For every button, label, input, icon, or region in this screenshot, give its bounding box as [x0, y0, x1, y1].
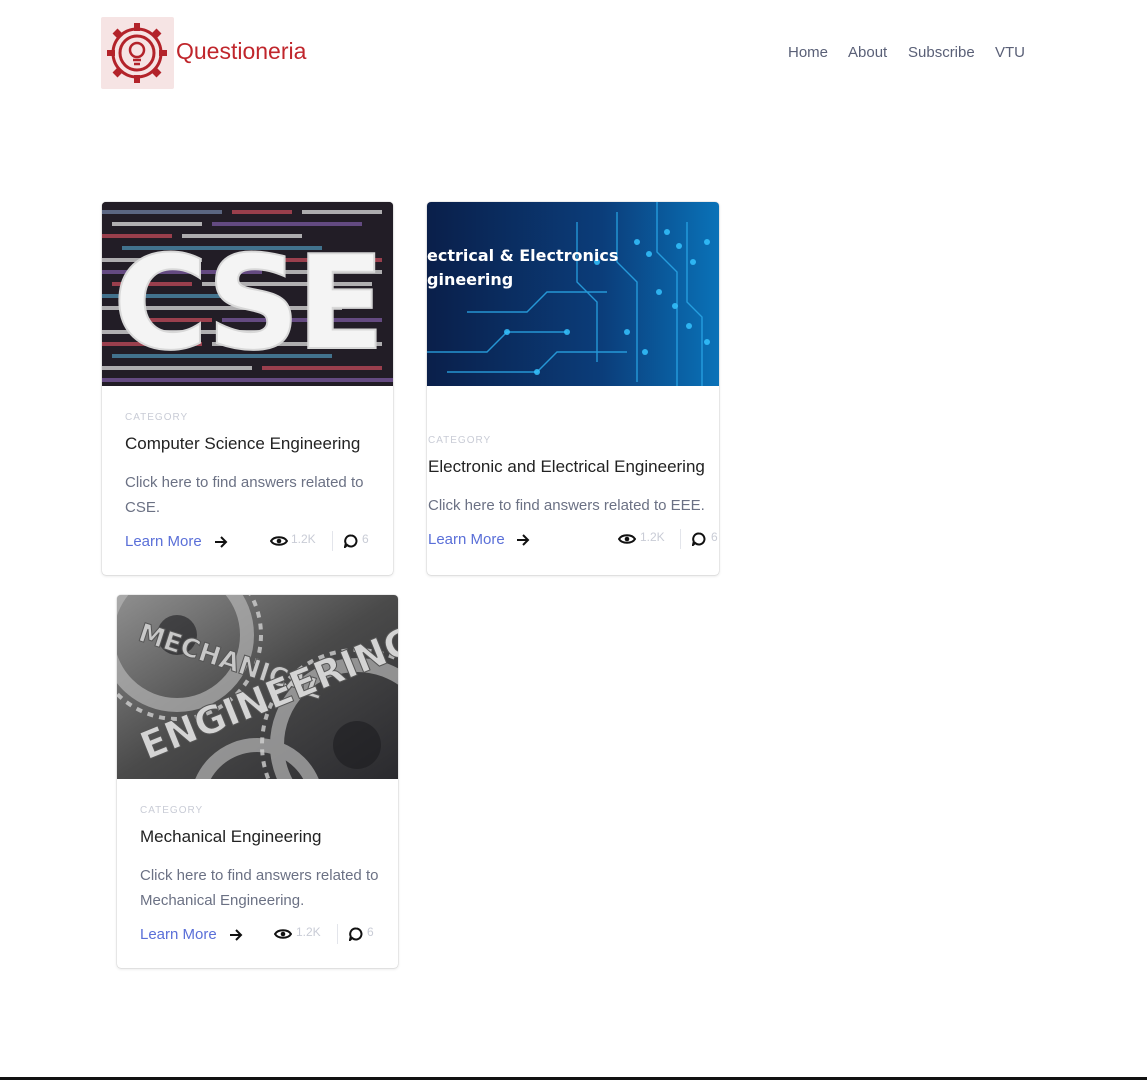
- card-description: Click here to find answers related to Me…: [140, 867, 379, 909]
- view-count: 1.2K: [291, 532, 316, 546]
- stats-divider: [337, 924, 338, 944]
- comment-icon: [344, 534, 358, 548]
- category-card-mechanical[interactable]: MECHANICAL ENGINEERING CATEGORY Mechanic…: [117, 595, 398, 968]
- nav-home[interactable]: Home: [788, 44, 828, 61]
- gears-image: MECHANICAL ENGINEERING: [117, 595, 398, 779]
- learn-more-link[interactable]: Learn More: [428, 531, 505, 548]
- comment-count: 6: [362, 532, 369, 546]
- comment-count: 6: [367, 925, 374, 939]
- comment-icon: [349, 927, 363, 941]
- comment-icon: [692, 532, 706, 546]
- comment-count: 6: [711, 530, 718, 544]
- circuit-board-image: ectrical & Electronics gineering: [427, 202, 719, 386]
- category-card-eee[interactable]: ectrical & Electronics gineering CATEGOR…: [427, 202, 719, 575]
- stats-divider: [332, 531, 333, 551]
- eye-icon: [618, 534, 636, 544]
- eye-icon: [274, 929, 292, 939]
- site-logo[interactable]: [101, 17, 174, 89]
- arrow-right-icon[interactable]: [516, 534, 530, 546]
- cse-image-lettering: CSE: [113, 227, 381, 379]
- eee-image-heading-1: ectrical & Electronics: [427, 246, 618, 265]
- card-title[interactable]: Computer Science Engineering: [125, 434, 360, 454]
- card-category-label: CATEGORY: [125, 412, 189, 423]
- brand-name[interactable]: Questioneria: [176, 38, 306, 65]
- cse-card-image[interactable]: CSE: [102, 202, 393, 386]
- eye-icon: [270, 536, 288, 546]
- arrow-right-icon[interactable]: [229, 929, 243, 941]
- nav-vtu[interactable]: VTU: [995, 44, 1025, 61]
- card-title[interactable]: Electronic and Electrical Engineering: [428, 457, 705, 477]
- arrow-right-icon[interactable]: [214, 536, 228, 548]
- card-description: Click here to find answers related to CS…: [125, 474, 364, 516]
- mechanical-card-image[interactable]: MECHANICAL ENGINEERING: [117, 595, 398, 779]
- eee-card-image[interactable]: ectrical & Electronics gineering: [427, 202, 719, 386]
- nav-subscribe[interactable]: Subscribe: [908, 44, 975, 61]
- card-title[interactable]: Mechanical Engineering: [140, 827, 321, 847]
- code-background-image: CSE: [102, 202, 393, 386]
- gear-bulb-icon: [107, 23, 167, 83]
- nav-about[interactable]: About: [848, 44, 887, 61]
- eee-image-heading-2: gineering: [427, 270, 513, 289]
- view-count: 1.2K: [296, 925, 321, 939]
- learn-more-link[interactable]: Learn More: [125, 533, 202, 550]
- card-description: Click here to find answers related to EE…: [428, 497, 705, 514]
- stats-divider: [680, 529, 681, 549]
- card-category-label: CATEGORY: [140, 805, 204, 816]
- view-count: 1.2K: [640, 530, 665, 544]
- learn-more-link[interactable]: Learn More: [140, 926, 217, 943]
- category-card-cse[interactable]: CSE CATEGORY Computer Science Engineerin…: [102, 202, 393, 575]
- card-category-label: CATEGORY: [428, 435, 492, 446]
